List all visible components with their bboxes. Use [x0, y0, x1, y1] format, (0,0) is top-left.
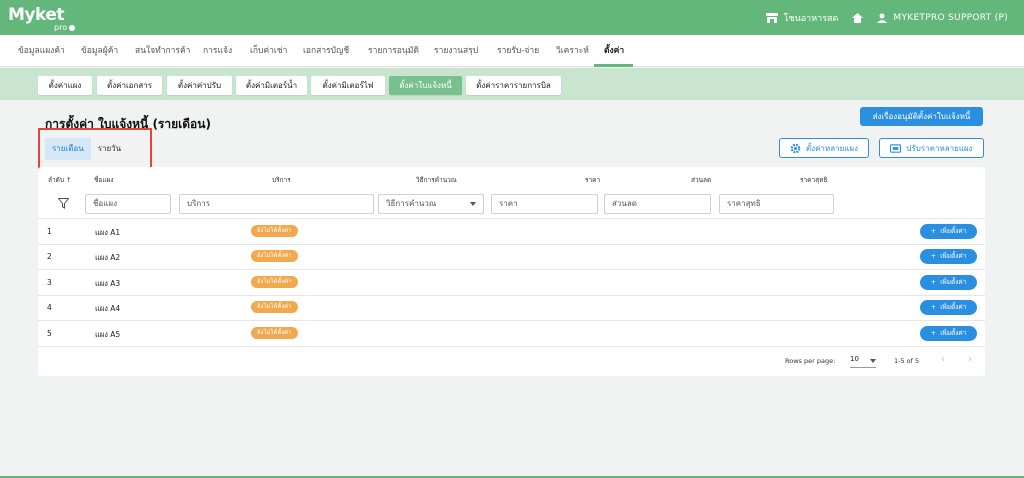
nav-item-analytics[interactable]: วิเคราะห์	[556, 35, 589, 67]
store-icon	[765, 13, 778, 23]
table-row[interactable]: 3 แผง A3 ยังไม่ได้ตั้งค่า + เพิ่มตั้งค่า	[38, 270, 985, 296]
logo-text: Myket	[8, 5, 65, 25]
subnav-bill-item-price-settings[interactable]: ตั้งค่าราคารายการบิล	[466, 76, 561, 95]
logo-dot-icon	[69, 24, 76, 31]
row-stall-name: แผง A2	[95, 253, 121, 262]
top-right-controls: โชนอาหารสด MYKETPRO SUPPORT (P)	[765, 11, 1008, 25]
nav-item-rent-collection[interactable]: เก็บค่าเช่า	[250, 35, 287, 67]
row-stall-name: แผง A4	[95, 304, 121, 313]
nav-item-stall-info[interactable]: ข้อมูลแผงค้า	[18, 35, 65, 67]
annotation-highlight-box	[38, 128, 152, 169]
add-setting-label: เพิ่มตั้งค่า	[940, 329, 967, 337]
row-number: 3	[47, 278, 52, 287]
nav-item-settings[interactable]: ตั้งค่า	[604, 35, 624, 67]
filter-icon	[58, 198, 69, 209]
filter-calc-method-select[interactable]: วิธีการคำนวณ	[378, 194, 484, 214]
invoice-settings-table: ลำดับ ↑ ชื่อแผง บริการ วิธีการคำนวณ ราคา…	[38, 167, 985, 376]
chevron-right-icon[interactable]: ›	[968, 354, 972, 365]
add-setting-button[interactable]: + เพิ่มตั้งค่า	[920, 249, 977, 264]
main-navigation: ข้อมูลแผงค้า ข้อมูลผู้ค้า สนใจทำการค้า ก…	[0, 35, 1024, 67]
row-stall-name: แผง A3	[95, 279, 121, 288]
table-row[interactable]: 2 แผง A2 ยังไม่ได้ตั้งค่า + เพิ่มตั้งค่า	[38, 244, 985, 270]
active-nav-indicator	[594, 64, 633, 67]
subnav-document-settings[interactable]: ตั้งค่าเอกสาร	[97, 76, 162, 95]
subnav-electric-meter-settings[interactable]: ตั้งค่ามิเตอร์ไฟ	[311, 76, 385, 95]
column-header-net-price[interactable]: ราคาสุทธิ	[800, 175, 827, 185]
nav-item-notifications[interactable]: การแจ้ง	[203, 35, 232, 67]
nav-item-summary-report[interactable]: รายงานสรุป	[434, 35, 478, 67]
add-setting-button[interactable]: + เพิ่มตั้งค่า	[920, 300, 977, 315]
column-header-price[interactable]: ราคา	[585, 175, 600, 185]
nav-item-interested[interactable]: สนใจทำการค้า	[135, 35, 190, 67]
column-header-calc-method[interactable]: วิธีการคำนวณ	[416, 175, 457, 185]
column-header-stall-name[interactable]: ชื่อแผง	[94, 175, 114, 185]
add-setting-label: เพิ่มตั้งค่า	[940, 252, 967, 260]
gear-icon	[790, 143, 801, 153]
chevron-down-icon	[870, 359, 876, 363]
filter-service-input[interactable]: บริการ	[179, 194, 374, 214]
filter-price-input[interactable]: ราคา	[491, 194, 598, 214]
status-badge: ยังไม่ได้ตั้งค่า	[251, 250, 298, 262]
row-stall-name: แผง A1	[95, 228, 121, 237]
nav-item-accounting-docs[interactable]: เอกสารบัญชี	[303, 35, 349, 67]
status-badge: ยังไม่ได้ตั้งค่า	[251, 276, 298, 288]
add-setting-button[interactable]: + เพิ่มตั้งค่า	[920, 326, 977, 341]
bulk-price-adjust-button[interactable]: ปรับราคาหลายแผง	[879, 138, 984, 158]
filter-stall-name-input[interactable]: ชื่อแผง	[85, 194, 171, 214]
filter-calc-method-value: วิธีการคำนวณ	[386, 199, 437, 208]
pagination-range: 1-5 of 5	[894, 357, 920, 365]
user-icon	[877, 13, 888, 23]
nav-item-vendor-info[interactable]: ข้อมูลผู้ค้า	[81, 35, 118, 67]
add-setting-button[interactable]: + เพิ่มตั้งค่า	[920, 275, 977, 290]
chevron-down-icon	[470, 202, 476, 206]
rows-per-page-select[interactable]: 10	[850, 355, 876, 368]
subnav-stall-settings[interactable]: ตั้งค่าแผง	[38, 76, 92, 95]
status-badge: ยังไม่ได้ตั้งค่า	[251, 327, 298, 339]
row-number: 1	[47, 227, 52, 236]
subnav-invoice-settings[interactable]: ตั้งค่าใบแจ้งหนี้	[389, 76, 462, 95]
subnav-fine-settings[interactable]: ตั้งค่าค่าปรับ	[167, 76, 232, 95]
status-badge: ยังไม่ได้ตั้งค่า	[251, 301, 298, 313]
select-underline	[850, 367, 876, 368]
row-number: 2	[47, 252, 52, 261]
bulk-settings-label: ตั้งค่าหลายแผง	[805, 143, 859, 153]
add-setting-label: เพิ่มตั้งค่า	[940, 278, 967, 286]
logo-subtext: pro	[54, 23, 76, 32]
column-header-discount[interactable]: ส่วนลด	[691, 175, 711, 185]
bulk-settings-button[interactable]: ตั้งค่าหลายแผง	[779, 138, 869, 158]
nav-item-income-expense[interactable]: รายรับ-จ่าย	[497, 35, 539, 67]
filter-discount-input[interactable]: ส่วนลด	[604, 194, 711, 214]
table-row[interactable]: 1 แผง A1 ยังไม่ได้ตั้งค่า + เพิ่มตั้งค่า	[38, 219, 985, 245]
table-row[interactable]: 4 แผง A4 ยังไม่ได้ตั้งค่า + เพิ่มตั้งค่า	[38, 295, 985, 321]
row-stall-name: แผง A5	[95, 330, 121, 339]
user-menu[interactable]: MYKETPRO SUPPORT (P)	[893, 13, 1008, 23]
chevron-left-icon[interactable]: ‹	[941, 354, 945, 365]
filter-net-price-input[interactable]: ราคาสุทธิ	[719, 194, 834, 214]
table-row[interactable]: 5 แผง A5 ยังไม่ได้ตั้งค่า + เพิ่มตั้งค่า	[38, 321, 985, 347]
row-number: 5	[47, 329, 52, 338]
home-icon[interactable]	[852, 13, 864, 23]
submit-approval-button[interactable]: ส่งเรื่องอนุมัติตั้งค่าใบแจ้งหนี้	[860, 107, 983, 126]
rows-per-page-label: Rows per page:	[785, 357, 836, 365]
subnav-water-meter-settings[interactable]: ตั้งค่ามิเตอร์น้ำ	[236, 76, 307, 95]
logo-sub-label: pro	[54, 23, 68, 32]
price-adjust-icon	[890, 143, 902, 153]
add-setting-button[interactable]: + เพิ่มตั้งค่า	[920, 224, 977, 239]
column-header-order[interactable]: ลำดับ ↑	[48, 175, 72, 185]
app-logo[interactable]: Myket pro	[8, 5, 76, 32]
bulk-price-adjust-label: ปรับราคาหลายแผง	[906, 143, 973, 153]
top-bar: Myket pro โชนอาหารสด MYKETPRO SUPPORT (P…	[0, 0, 1024, 35]
status-badge: ยังไม่ได้ตั้งค่า	[251, 225, 298, 237]
add-setting-label: เพิ่มตั้งค่า	[940, 227, 967, 235]
rows-per-page-value: 10	[850, 355, 859, 363]
add-setting-label: เพิ่มตั้งค่า	[940, 303, 967, 311]
column-header-service[interactable]: บริการ	[272, 175, 291, 185]
settings-subnav: ตั้งค่าแผง ตั้งค่าเอกสาร ตั้งค่าค่าปรับ …	[0, 68, 1024, 100]
filter-row: ชื่อแผง บริการ วิธีการคำนวณ ราคา ส่วนลด …	[38, 188, 985, 219]
nav-item-approvals[interactable]: รายการอนุมัติ	[368, 35, 419, 67]
row-number: 4	[47, 303, 52, 312]
store-selector[interactable]: โชนอาหารสด	[784, 11, 839, 25]
